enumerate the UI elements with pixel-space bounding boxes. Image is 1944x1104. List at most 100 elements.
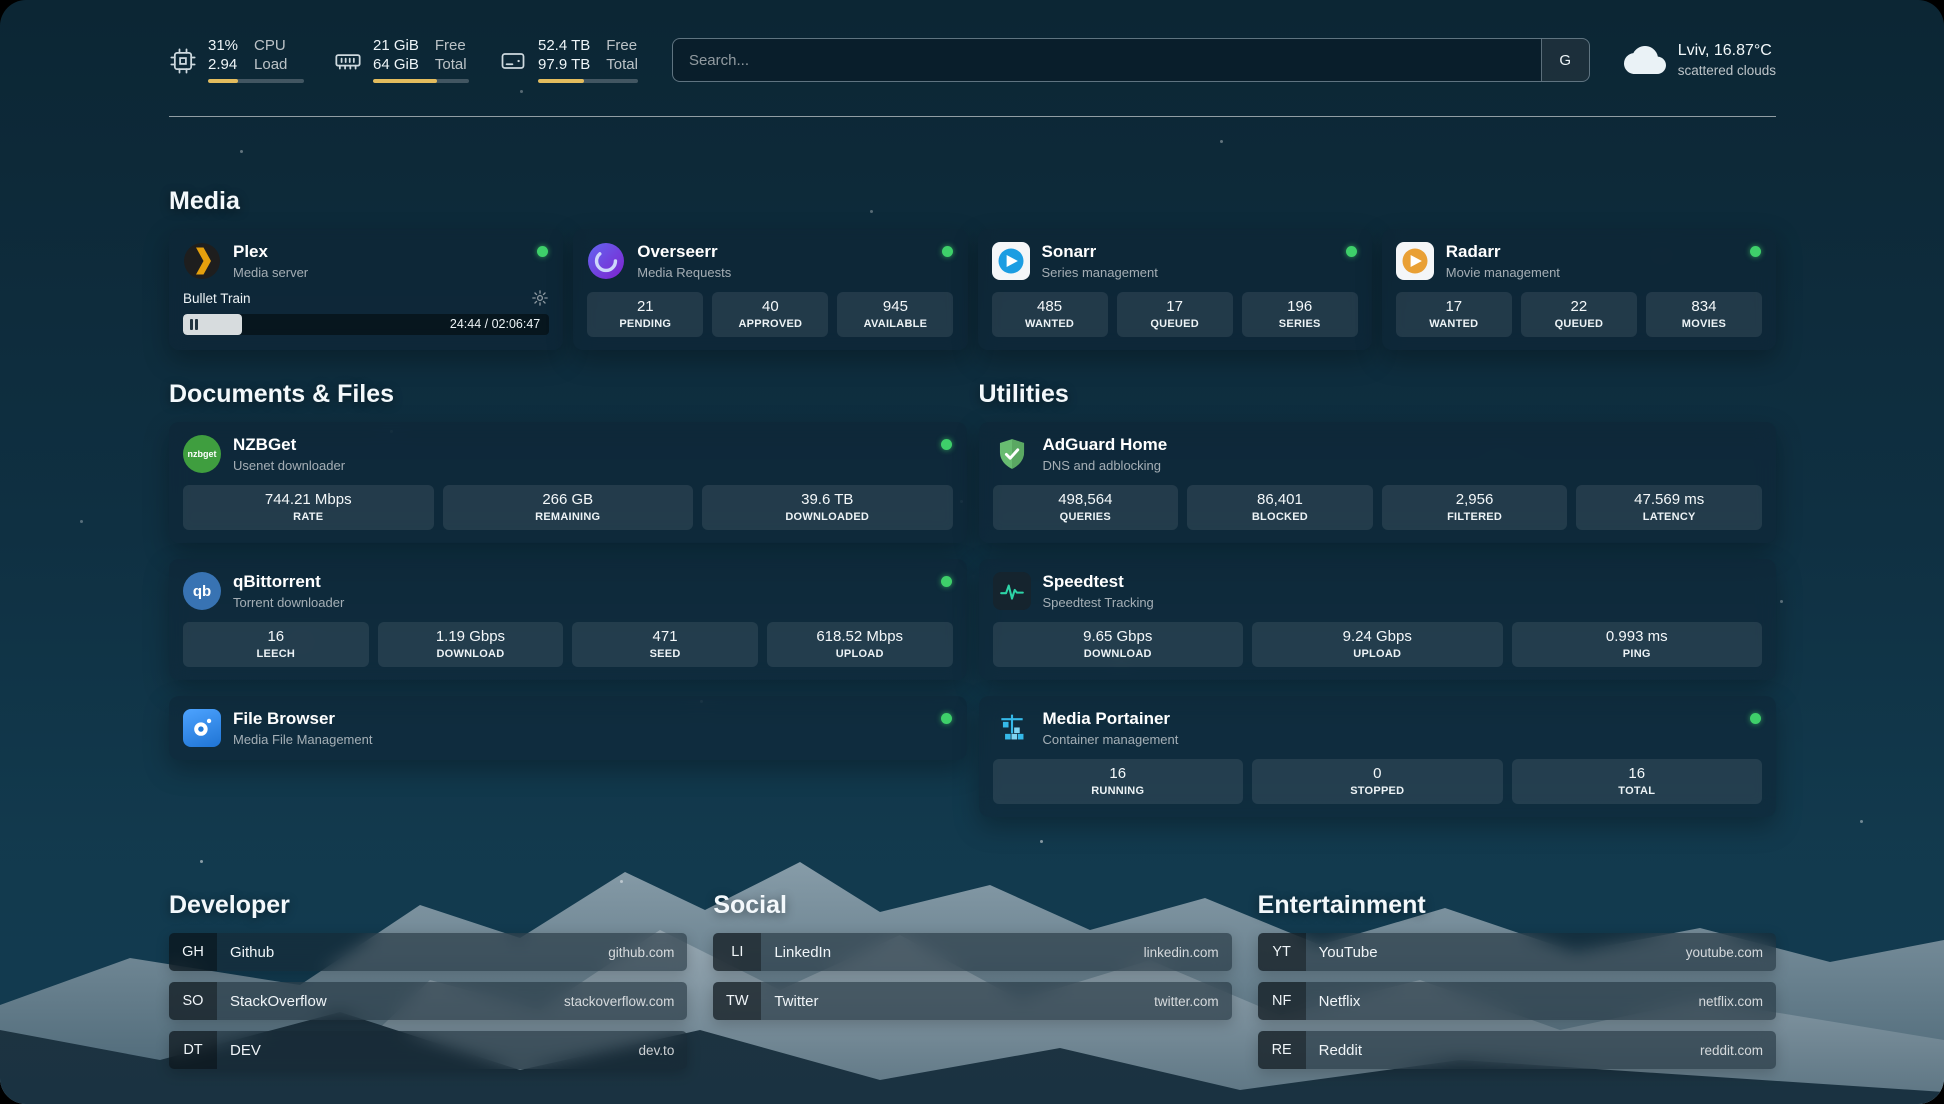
search-bar[interactable]: G [672,38,1590,82]
stat-upload: 618.52 Mbps UPLOAD [767,622,953,667]
section-title-media: Media [169,187,1776,216]
disk-stat: 52.4 TB 97.9 TB Free Total [499,37,638,84]
speedtest-card[interactable]: Speedtest Speedtest Tracking 9.65 Gbps D… [979,559,1777,680]
search-input[interactable] [673,39,1541,81]
developer-column: Developer GH Github github.com SO StackO… [169,861,687,1080]
section-title-documents: Documents & Files [169,380,967,409]
speedtest-subtitle: Speedtest Tracking [1043,595,1154,610]
stat-queries: 498,564 QUERIES [993,485,1179,530]
nzbget-card[interactable]: nzbget NZBGet Usenet downloader 744.21 M… [169,422,967,543]
sonarr-icon [992,242,1030,280]
entertainment-column: Entertainment YT YouTube youtube.com NF … [1258,861,1776,1080]
filebrowser-title: File Browser [233,709,372,729]
radarr-title: Radarr [1446,242,1560,262]
disk-total-label: Total [606,56,638,75]
adguard-title: AdGuard Home [1043,435,1168,455]
stat-queued: 17 QUEUED [1117,292,1233,337]
bookmark-github[interactable]: GH Github github.com [169,933,687,971]
adguard-card[interactable]: AdGuard Home DNS and adblocking 498,564 … [979,422,1777,543]
nzbget-status-dot [941,439,952,450]
pause-icon[interactable] [190,319,198,330]
bookmark-stackoverflow[interactable]: SO StackOverflow stackoverflow.com [169,982,687,1020]
search-engine-button[interactable]: G [1541,39,1589,81]
qbittorrent-subtitle: Torrent downloader [233,595,344,610]
cpu-percent: 31% [208,37,238,56]
bookmark-linkedin[interactable]: LI LinkedIn linkedin.com [713,933,1231,971]
nzbget-subtitle: Usenet downloader [233,458,345,473]
portainer-icon [993,709,1031,747]
portainer-status-dot [1750,713,1761,724]
sonarr-status-dot [1346,246,1357,257]
overseerr-card[interactable]: Overseerr Media Requests 21 PENDING 40 A… [573,229,967,350]
bookmark-reddit[interactable]: RE Reddit reddit.com [1258,1031,1776,1069]
stat-download: 1.19 Gbps DOWNLOAD [378,622,564,667]
utilities-column: Utilities [979,350,1777,817]
bookmark-netflix[interactable]: NF Netflix netflix.com [1258,982,1776,1020]
stat-blocked: 86,401 BLOCKED [1187,485,1373,530]
nzbget-icon: nzbget [183,435,221,473]
bookmarks-grid: Developer GH Github github.com SO StackO… [169,861,1776,1080]
overseerr-icon [587,242,625,280]
cpu-chip-icon [169,47,197,75]
portainer-card[interactable]: Media Portainer Container management 16 … [979,696,1777,817]
plex-card[interactable]: Plex Media server Bullet Train 24:44 / 0… [169,229,563,350]
qbittorrent-card[interactable]: qb qBittorrent Torrent downloader 16 [169,559,967,680]
dashboard-page: 31% 2.94 CPU Load [0,0,1944,1104]
ram-stat-body: 21 GiB 64 GiB Free Total [373,37,469,84]
cloud-icon [1624,39,1666,81]
stat-download: 9.65 Gbps DOWNLOAD [993,622,1244,667]
dashboard-content: 31% 2.94 CPU Load [0,0,1944,1104]
section-title-utilities: Utilities [979,380,1777,409]
cpu-stat: 31% 2.94 CPU Load [169,37,304,84]
stackoverflow-icon: SO [169,982,217,1020]
stat-queued: 22 QUEUED [1521,292,1637,337]
stat-movies: 834 MOVIES [1646,292,1762,337]
ram-free-value: 21 GiB [373,37,419,56]
stat-filtered: 2,956 FILTERED [1382,485,1568,530]
now-playing-title: Bullet Train [183,291,251,306]
stat-available: 945 AVAILABLE [837,292,953,337]
playback-progress-bar[interactable]: 24:44 / 02:06:47 [183,314,549,335]
nzbget-title: NZBGet [233,435,345,455]
plex-subtitle: Media server [233,265,308,280]
radarr-card[interactable]: Radarr Movie management 17 WANTED 22 QUE… [1382,229,1776,350]
gear-icon[interactable] [531,289,549,307]
linkedin-icon: LI [713,933,761,971]
sonarr-subtitle: Series management [1042,265,1158,280]
bookmark-dev[interactable]: DT DEV dev.to [169,1031,687,1069]
filebrowser-subtitle: Media File Management [233,732,372,747]
section-title-developer: Developer [169,891,687,920]
portainer-subtitle: Container management [1043,732,1179,747]
filebrowser-icon [183,709,221,747]
cpu-load-label: Load [254,56,287,75]
stat-pending: 21 PENDING [587,292,703,337]
cpu-label: CPU [254,37,287,56]
qbittorrent-icon: qb [183,572,221,610]
playback-time: 24:44 / 02:06:47 [450,317,540,331]
stat-wanted: 485 WANTED [992,292,1108,337]
youtube-icon: YT [1258,933,1306,971]
media-grid: Plex Media server Bullet Train 24:44 / 0… [169,229,1776,350]
stat-approved: 40 APPROVED [712,292,828,337]
disk-free-value: 52.4 TB [538,37,590,56]
documents-column: Documents & Files nzbget NZBGet Usenet d… [169,350,967,760]
disk-free-label: Free [606,37,638,56]
stat-rate: 744.21 Mbps RATE [183,485,434,530]
ram-total-value: 64 GiB [373,56,419,75]
sonarr-card[interactable]: Sonarr Series management 485 WANTED 17 Q… [978,229,1372,350]
social-column: Social LI LinkedIn linkedin.com TW Twitt… [713,861,1231,1080]
top-bar: 31% 2.94 CPU Load [169,34,1776,86]
ram-usage-bar [373,79,469,83]
stat-upload: 9.24 Gbps UPLOAD [1252,622,1503,667]
filebrowser-card[interactable]: File Browser Media File Management [169,696,967,760]
stat-stopped: 0 STOPPED [1252,759,1503,804]
cpu-usage-bar [208,79,304,83]
bookmark-twitter[interactable]: TW Twitter twitter.com [713,982,1231,1020]
overseerr-subtitle: Media Requests [637,265,731,280]
bookmark-youtube[interactable]: YT YouTube youtube.com [1258,933,1776,971]
radarr-status-dot [1750,246,1761,257]
adguard-subtitle: DNS and adblocking [1043,458,1168,473]
disk-icon [499,47,527,75]
stat-leech: 16 LEECH [183,622,369,667]
radarr-subtitle: Movie management [1446,265,1560,280]
